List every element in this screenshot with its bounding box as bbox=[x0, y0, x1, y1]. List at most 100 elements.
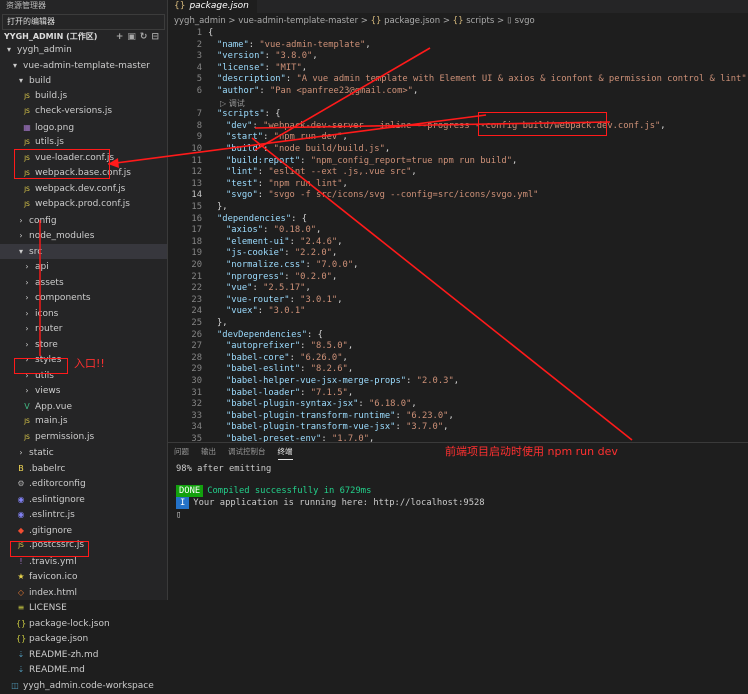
json-value: "8.5.0" bbox=[310, 341, 348, 352]
json-value: "MIT" bbox=[275, 62, 302, 73]
json-value: "2.4.6" bbox=[300, 236, 338, 247]
tree-item[interactable]: JS build.js bbox=[0, 89, 167, 105]
tree-item[interactable]: › config bbox=[0, 213, 167, 229]
line-number: 21 bbox=[191, 271, 202, 282]
tree-item[interactable]: JS webpack.prod.conf.js bbox=[0, 197, 167, 213]
tree-item[interactable]: JS check-versions.js bbox=[0, 104, 167, 120]
license-file-icon: ≡ bbox=[17, 603, 25, 612]
collapse-icon[interactable]: ⊟ bbox=[151, 32, 163, 42]
tree-item[interactable]: ▾ vue-admin-template-master bbox=[0, 58, 167, 74]
babel-file-icon: B bbox=[18, 463, 24, 473]
js-file-icon: JS bbox=[24, 108, 30, 115]
tree-item[interactable]: ◉ .eslintrc.js bbox=[0, 507, 167, 523]
new-folder-icon[interactable]: ▣ bbox=[127, 32, 140, 42]
json-key: "babel-loader" bbox=[226, 387, 301, 398]
code-punctuation: , bbox=[342, 178, 348, 189]
code-punctuation: }, bbox=[217, 202, 228, 212]
breadcrumb-folder[interactable]: vue-admin-template-master bbox=[238, 16, 358, 26]
json-value: "0.2.0" bbox=[294, 271, 332, 282]
code-line: "test": "npm run lint", bbox=[226, 178, 348, 189]
open-editors-section[interactable]: 打开的编辑器 bbox=[2, 14, 165, 30]
tree-item[interactable]: › views bbox=[0, 383, 167, 399]
tree-item[interactable]: ⇣ README.md bbox=[0, 662, 167, 678]
tree-item[interactable]: JS webpack.dev.conf.js bbox=[0, 182, 167, 198]
chevron-right-icon: › bbox=[25, 386, 29, 395]
tree-item[interactable]: ⇣ README-zh.md bbox=[0, 647, 167, 663]
code-line: "start": "npm run dev", bbox=[226, 132, 348, 143]
breadcrumb-file[interactable]: package.json bbox=[384, 16, 440, 26]
tree-item[interactable]: V App.vue bbox=[0, 399, 167, 415]
json-value: "3.8.0" bbox=[275, 51, 313, 62]
panel-tab[interactable]: 调试控制台 bbox=[228, 443, 266, 461]
panel-tab[interactable]: 问题 bbox=[174, 443, 189, 461]
js-file-icon: JS bbox=[24, 92, 30, 100]
string-icon: ⌷ bbox=[506, 16, 512, 26]
line-number: 19 bbox=[191, 248, 202, 259]
chevron-right-icon: › bbox=[19, 215, 23, 225]
tree-item[interactable]: ≡ LICENSE bbox=[0, 600, 167, 616]
panel-tab[interactable]: 输出 bbox=[201, 443, 216, 461]
js-file-icon: JS bbox=[24, 201, 30, 208]
breadcrumb-key[interactable]: svgo bbox=[515, 16, 535, 26]
json-key: "description" bbox=[217, 74, 286, 85]
json-key: "babel-plugin-transform-runtime" bbox=[226, 410, 396, 421]
tree-item[interactable]: ▾ build bbox=[0, 73, 167, 89]
debug-codelens[interactable]: ▷ 调试 bbox=[220, 98, 245, 109]
line-number: 32 bbox=[191, 399, 202, 410]
tree-item-label: .travis.yml bbox=[29, 556, 77, 567]
code-line: "dependencies": { bbox=[217, 213, 308, 224]
tree-item[interactable]: ▾ yygh_admin bbox=[0, 42, 167, 58]
json-file-icon: {} bbox=[16, 618, 27, 628]
tree-item[interactable]: › assets bbox=[0, 275, 167, 291]
json-value: "eslint --ext .js,.vue src" bbox=[268, 167, 412, 178]
tree-item[interactable]: › icons bbox=[0, 306, 167, 322]
tree-item[interactable]: JS main.js bbox=[0, 414, 167, 430]
json-value: "Pan <panfree23@gmail.com>" bbox=[269, 86, 413, 96]
tree-item[interactable]: › api bbox=[0, 259, 167, 275]
tree-item[interactable]: JS permission.js bbox=[0, 430, 167, 446]
json-key: "dev" bbox=[226, 120, 253, 131]
terminal[interactable]: 98% after emitting DONE Compiled successf… bbox=[168, 461, 748, 521]
line-number: 10 bbox=[191, 144, 202, 154]
tab-package-json[interactable]: {} package.json bbox=[168, 0, 257, 13]
tree-item[interactable]: › components bbox=[0, 290, 167, 306]
tree-item[interactable]: ◉ .eslintignore bbox=[0, 492, 167, 508]
tree-item[interactable]: › store bbox=[0, 337, 167, 353]
line-number: 1 bbox=[196, 28, 202, 38]
tree-item[interactable]: ⚙ .editorconfig bbox=[0, 476, 167, 492]
star-file-icon: ★ bbox=[17, 572, 25, 581]
breadcrumb-root[interactable]: yygh_admin bbox=[174, 16, 226, 26]
tree-item[interactable]: ★ favicon.ico bbox=[0, 569, 167, 585]
panel-tab[interactable]: 终端 bbox=[277, 445, 293, 460]
tree-item[interactable]: › router bbox=[0, 321, 167, 337]
json-key: "babel-helper-vue-jsx-merge-props" bbox=[226, 376, 407, 386]
tree-item[interactable]: ◫ yygh_admin.code-workspace bbox=[0, 678, 167, 694]
json-key: "nprogress" bbox=[226, 271, 285, 282]
code-punctuation: }, bbox=[217, 318, 228, 328]
tree-item[interactable]: › static bbox=[0, 445, 167, 461]
code-line: "lint": "eslint --ext .js,.vue src", bbox=[226, 167, 417, 178]
breadcrumb: yygh_admin > vue-admin-template-master >… bbox=[174, 16, 535, 26]
tree-item[interactable]: ▦ logo.png bbox=[0, 120, 167, 136]
json-key: "js-cookie" bbox=[226, 248, 285, 259]
chevron-right-icon: › bbox=[25, 324, 29, 333]
json-key: "start" bbox=[226, 132, 264, 143]
breadcrumb-section[interactable]: scripts bbox=[466, 16, 494, 26]
json-key: "babel-core" bbox=[226, 352, 290, 363]
line-number: 9 bbox=[196, 132, 202, 143]
new-file-icon[interactable]: + bbox=[116, 32, 128, 42]
code-line: "babel-plugin-syntax-jsx": "6.18.0", bbox=[226, 399, 417, 410]
refresh-icon[interactable]: ↻ bbox=[140, 32, 152, 42]
json-value: "6.18.0" bbox=[369, 399, 412, 410]
tree-item[interactable]: ◆ .gitignore bbox=[0, 523, 167, 539]
code-punctuation: , bbox=[342, 352, 348, 363]
eslint-file-icon: ◉ bbox=[17, 510, 25, 519]
tree-item[interactable]: › node_modules bbox=[0, 228, 167, 244]
tree-item[interactable]: {} package-lock.json bbox=[0, 616, 167, 632]
tree-item[interactable]: {} package.json bbox=[0, 631, 167, 647]
tree-item-label: assets bbox=[35, 277, 64, 288]
tree-item[interactable]: ▾ src bbox=[0, 243, 167, 259]
tree-item[interactable]: ◇ index.html bbox=[0, 585, 167, 601]
tree-item[interactable]: B .babelrc bbox=[0, 461, 167, 477]
line-number: 11 bbox=[191, 155, 202, 166]
